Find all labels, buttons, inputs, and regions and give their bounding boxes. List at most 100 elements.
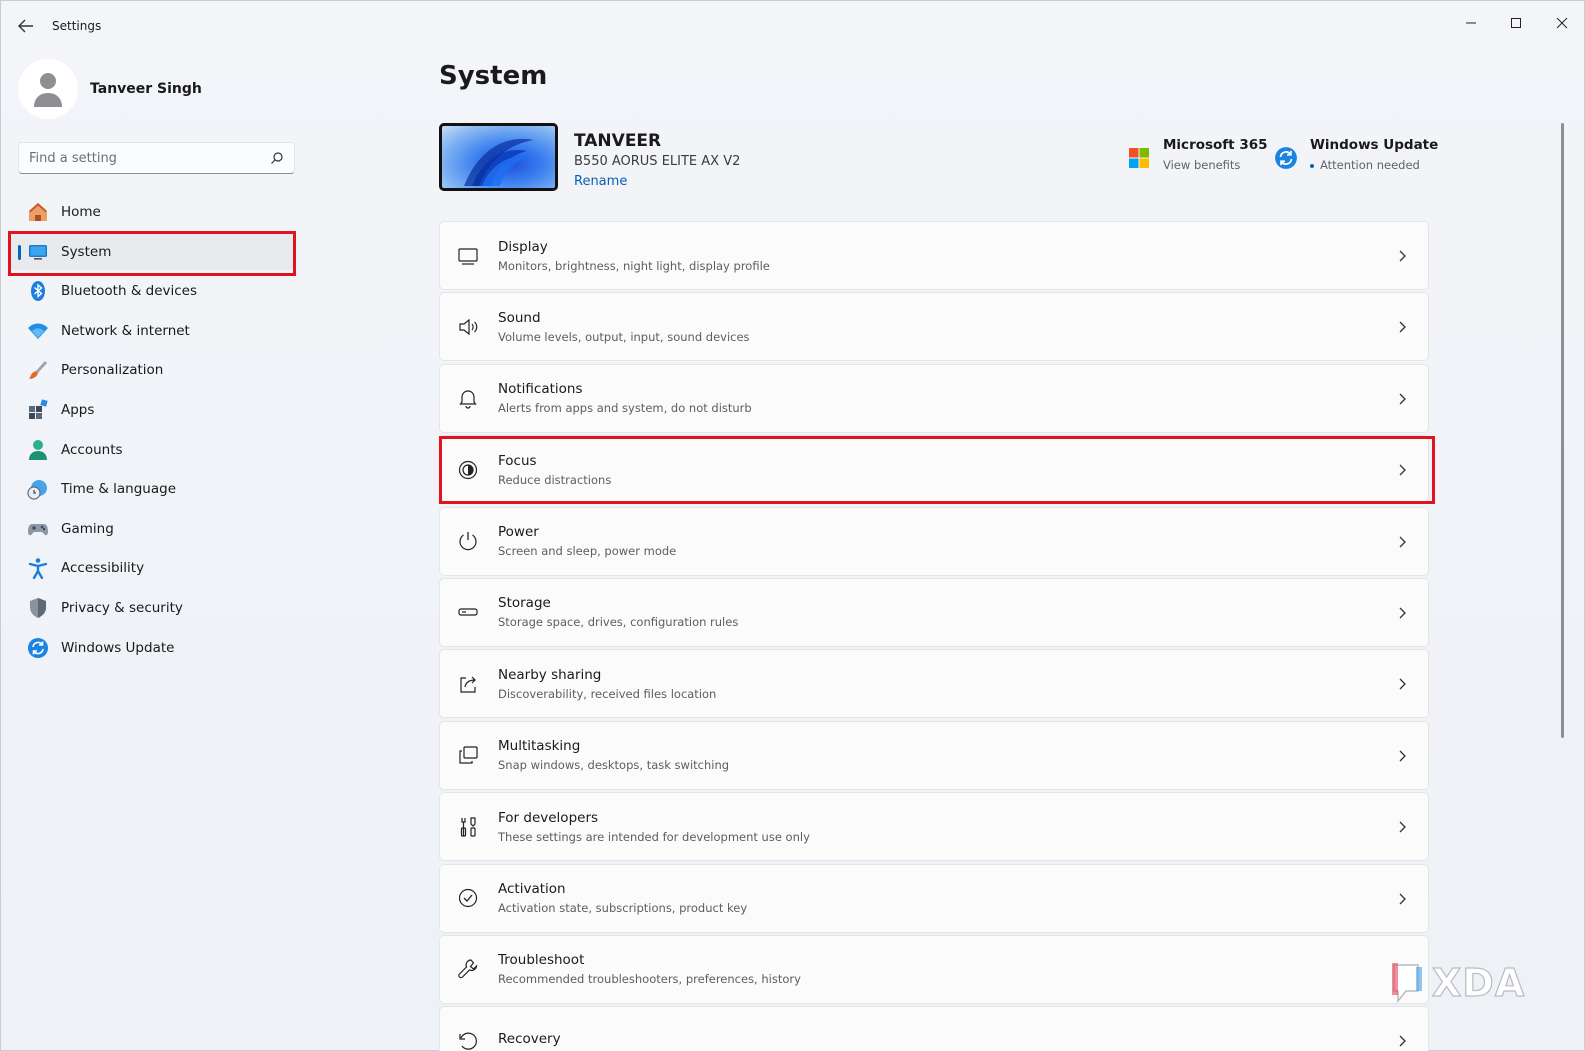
sidebar-item-time-language[interactable]: Time & language: [10, 471, 294, 507]
card-title: Troubleshoot: [498, 952, 585, 969]
sidebar-item-apps[interactable]: Apps: [10, 392, 294, 428]
card-title: For developers: [498, 809, 599, 826]
sidebar-item-label: Apps: [61, 401, 95, 418]
card-subtitle: These settings are intended for developm…: [498, 829, 810, 844]
chevron-right-icon: [1399, 607, 1406, 619]
settings-card-notifications[interactable]: Notifications Alerts from apps and system…: [439, 363, 1429, 433]
user-profile[interactable]: Tanveer Singh: [18, 59, 202, 119]
sidebar-item-system[interactable]: System: [10, 233, 294, 270]
settings-card-sound[interactable]: Sound Volume levels, output, input, sound…: [439, 292, 1429, 362]
sidebar-nav: Home System Bluetooth & devices Network …: [10, 194, 294, 669]
card-subtitle: Monitors, brightness, night light, displ…: [498, 258, 770, 273]
brush-icon: [27, 359, 49, 381]
card-title: Sound: [498, 309, 541, 326]
microsoft-logo-icon: [1129, 148, 1149, 168]
maximize-icon: [1511, 18, 1521, 28]
sidebar-item-home[interactable]: Home: [10, 194, 294, 230]
settings-card-nearby-sharing[interactable]: Nearby sharing Discoverability, received …: [439, 649, 1429, 719]
search-input[interactable]: [29, 150, 270, 166]
settings-card-activation[interactable]: Activation Activation state, subscription…: [439, 863, 1429, 933]
settings-card-display[interactable]: Display Monitors, brightness, night light…: [439, 221, 1429, 290]
checkmark-circle-icon: [456, 886, 480, 910]
card-title: Recovery: [498, 1030, 561, 1047]
card-subtitle: Activation state, subscriptions, product…: [498, 901, 748, 916]
sidebar-item-gaming[interactable]: Gaming: [10, 511, 294, 547]
sidebar-item-privacy[interactable]: Privacy & security: [10, 590, 294, 626]
developer-tools-icon: [456, 815, 480, 839]
apps-icon: [27, 399, 49, 421]
sidebar-item-label: Personalization: [61, 362, 164, 379]
card-title: Display: [498, 238, 548, 255]
xda-logo-icon: [1392, 963, 1422, 1004]
sidebar-item-label: System: [61, 243, 112, 260]
arrow-left-icon: [18, 19, 33, 33]
storage-icon: [456, 600, 480, 624]
bluetooth-icon: [27, 280, 49, 302]
minimize-button[interactable]: [1451, 7, 1491, 39]
card-subtitle: Volume levels, output, input, sound devi…: [498, 329, 750, 344]
sidebar-item-label: Bluetooth & devices: [61, 283, 198, 300]
user-name: Tanveer Singh: [90, 81, 202, 97]
rename-link[interactable]: Rename: [574, 174, 627, 189]
multitasking-icon: [456, 743, 480, 767]
search-box[interactable]: [18, 142, 295, 174]
xda-watermark: XDA: [1388, 960, 1526, 1006]
settings-card-storage[interactable]: Storage Storage space, drives, configurat…: [439, 577, 1429, 647]
close-button[interactable]: [1542, 7, 1582, 39]
chevron-right-icon: [1399, 393, 1406, 405]
shield-icon: [27, 597, 49, 619]
settings-card-multitasking[interactable]: Multitasking Snap windows, desktops, task…: [439, 720, 1429, 790]
sidebar-item-personalization[interactable]: Personalization: [10, 352, 294, 388]
card-subtitle: Storage space, drives, configuration rul…: [498, 615, 739, 630]
chevron-right-icon: [1399, 1035, 1406, 1047]
sidebar-item-bluetooth[interactable]: Bluetooth & devices: [10, 273, 294, 309]
sidebar-item-label: Gaming: [61, 520, 114, 537]
share-icon: [456, 672, 480, 696]
sidebar-item-accessibility[interactable]: Accessibility: [10, 550, 294, 586]
settings-list: Display Monitors, brightness, night light…: [439, 221, 1429, 1051]
home-icon: [27, 201, 49, 223]
sidebar-item-label: Windows Update: [61, 639, 175, 656]
app-title: Settings: [52, 19, 102, 33]
speaker-icon: [456, 315, 480, 339]
promo-title: Windows Update: [1310, 137, 1439, 153]
sidebar-item-accounts[interactable]: Accounts: [10, 432, 294, 468]
microsoft-365-promo[interactable]: Microsoft 365 View benefits: [1127, 137, 1268, 172]
sidebar-item-label: Time & language: [61, 481, 177, 498]
card-title: Storage: [498, 595, 551, 612]
focus-icon: [456, 458, 480, 482]
settings-card-for-developers[interactable]: For developers These settings are intende…: [439, 792, 1429, 862]
card-subtitle: Alerts from apps and system, do not dist…: [498, 401, 752, 416]
sidebar-item-label: Accessibility: [61, 560, 145, 577]
accessibility-icon: [27, 557, 49, 580]
sidebar-item-network[interactable]: Network & internet: [10, 313, 294, 349]
watermark-text: XDA: [1431, 960, 1526, 1005]
card-title: Notifications: [498, 381, 583, 398]
promo-subtitle: Attention needed: [1310, 158, 1438, 172]
power-icon: [456, 529, 480, 553]
controller-icon: [27, 518, 49, 540]
card-subtitle: Discoverability, received files location: [498, 686, 717, 701]
avatar: [18, 59, 78, 119]
promo-title: Microsoft 365: [1163, 137, 1268, 153]
sidebar-item-label: Accounts: [61, 441, 123, 458]
card-title: Power: [498, 524, 539, 541]
settings-card-power[interactable]: Power Screen and sleep, power mode: [439, 506, 1429, 576]
chevron-right-icon: [1399, 464, 1406, 476]
wrench-icon: [456, 957, 480, 981]
settings-card-focus[interactable]: Focus Reduce distractions: [439, 435, 1429, 505]
back-button[interactable]: [15, 15, 37, 37]
settings-card-troubleshoot[interactable]: Troubleshoot Recommended troubleshooters,…: [439, 934, 1429, 1004]
card-subtitle: Screen and sleep, power mode: [498, 544, 677, 559]
card-title: Nearby sharing: [498, 666, 602, 683]
device-wallpaper-thumbnail: [439, 123, 558, 191]
maximize-button[interactable]: [1496, 7, 1536, 39]
settings-card-recovery[interactable]: Recovery: [439, 1006, 1429, 1051]
chevron-right-icon: [1399, 321, 1406, 333]
wifi-icon: [27, 320, 49, 342]
sidebar-item-windows-update[interactable]: Windows Update: [10, 630, 294, 666]
windows-update-promo[interactable]: Windows Update Attention needed: [1274, 137, 1438, 172]
card-title: Multitasking: [498, 738, 581, 755]
scrollbar[interactable]: [1561, 123, 1564, 738]
chevron-right-icon: [1399, 678, 1406, 690]
